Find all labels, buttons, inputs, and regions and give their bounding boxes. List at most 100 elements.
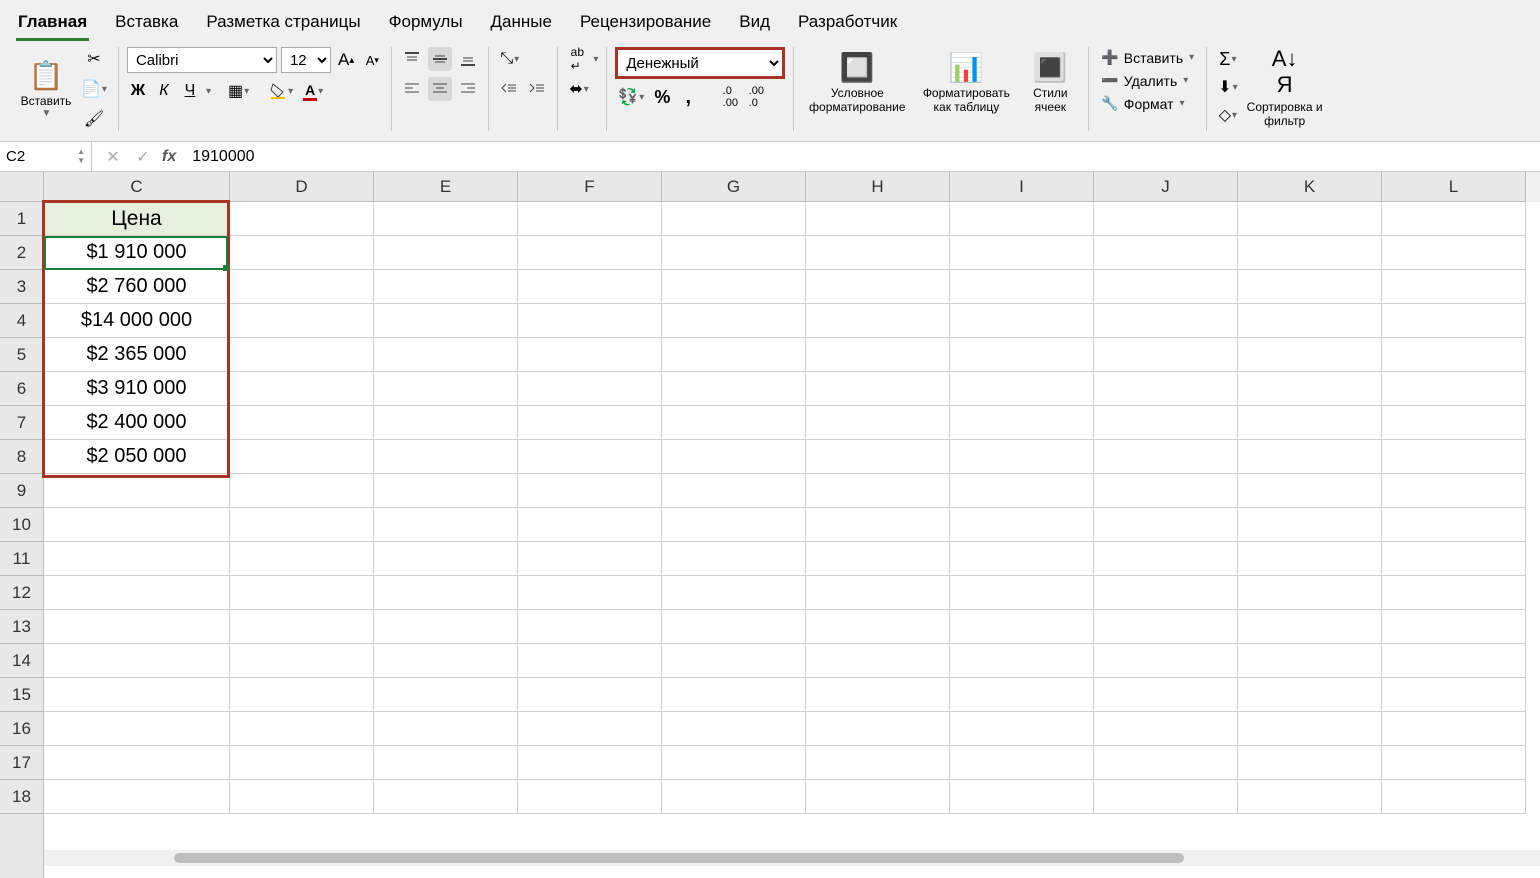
cell-C11[interactable]: [44, 542, 230, 576]
cell-J15[interactable]: [1094, 678, 1238, 712]
tab-рецензирование[interactable]: Рецензирование: [578, 6, 713, 41]
cell-J11[interactable]: [1094, 542, 1238, 576]
cell-L15[interactable]: [1382, 678, 1526, 712]
row-header-13[interactable]: 13: [0, 610, 43, 644]
column-header-J[interactable]: J: [1094, 172, 1238, 201]
decrease-font-button[interactable]: A▾: [361, 48, 383, 72]
cell-K5[interactable]: [1238, 338, 1382, 372]
cell-K16[interactable]: [1238, 712, 1382, 746]
cell-H14[interactable]: [806, 644, 950, 678]
cell-C10[interactable]: [44, 508, 230, 542]
horizontal-scrollbar[interactable]: [44, 850, 1540, 866]
cell-J3[interactable]: [1094, 270, 1238, 304]
cell-D5[interactable]: [230, 338, 374, 372]
cell-I10[interactable]: [950, 508, 1094, 542]
cell-C18[interactable]: [44, 780, 230, 814]
cell-C2[interactable]: $1 910 000: [44, 236, 230, 270]
paste-button[interactable]: 📋 Вставить ▼: [18, 54, 74, 124]
cell-C16[interactable]: [44, 712, 230, 746]
cell-H4[interactable]: [806, 304, 950, 338]
cell-G17[interactable]: [662, 746, 806, 780]
cell-D11[interactable]: [230, 542, 374, 576]
cell-F13[interactable]: [518, 610, 662, 644]
column-header-F[interactable]: F: [518, 172, 662, 201]
cell-I17[interactable]: [950, 746, 1094, 780]
cell-K4[interactable]: [1238, 304, 1382, 338]
cell-E3[interactable]: [374, 270, 518, 304]
cell-H13[interactable]: [806, 610, 950, 644]
row-header-4[interactable]: 4: [0, 304, 43, 338]
cell-I6[interactable]: [950, 372, 1094, 406]
comma-style-button[interactable]: ,: [677, 85, 699, 109]
cell-C8[interactable]: $2 050 000: [44, 440, 230, 474]
cell-C1[interactable]: Цена: [44, 202, 230, 236]
cell-D1[interactable]: [230, 202, 374, 236]
cell-J8[interactable]: [1094, 440, 1238, 474]
cell-G10[interactable]: [662, 508, 806, 542]
cell-F2[interactable]: [518, 236, 662, 270]
cell-E2[interactable]: [374, 236, 518, 270]
insert-cells-button[interactable]: ➕Вставить▾: [1097, 47, 1198, 68]
merge-center-button[interactable]: ⬌▾: [566, 77, 591, 101]
cell-F7[interactable]: [518, 406, 662, 440]
cancel-formula-button[interactable]: ✕: [102, 145, 124, 169]
cell-G12[interactable]: [662, 576, 806, 610]
row-header-6[interactable]: 6: [0, 372, 43, 406]
cell-F11[interactable]: [518, 542, 662, 576]
cell-C9[interactable]: [44, 474, 230, 508]
cell-F17[interactable]: [518, 746, 662, 780]
cell-J1[interactable]: [1094, 202, 1238, 236]
cell-styles-button[interactable]: 🔳 Стили ячеек: [1020, 47, 1080, 117]
cell-G1[interactable]: [662, 202, 806, 236]
cell-C7[interactable]: $2 400 000: [44, 406, 230, 440]
format-painter-button[interactable]: 🖌: [78, 107, 110, 131]
tab-разметка страницы[interactable]: Разметка страницы: [204, 6, 362, 41]
column-header-D[interactable]: D: [230, 172, 374, 201]
column-header-E[interactable]: E: [374, 172, 518, 201]
cell-L9[interactable]: [1382, 474, 1526, 508]
cell-G14[interactable]: [662, 644, 806, 678]
cell-I11[interactable]: [950, 542, 1094, 576]
cell-L1[interactable]: [1382, 202, 1526, 236]
cell-K13[interactable]: [1238, 610, 1382, 644]
cell-L6[interactable]: [1382, 372, 1526, 406]
cell-I12[interactable]: [950, 576, 1094, 610]
cell-L10[interactable]: [1382, 508, 1526, 542]
cell-L11[interactable]: [1382, 542, 1526, 576]
cell-H11[interactable]: [806, 542, 950, 576]
cell-E17[interactable]: [374, 746, 518, 780]
cell-D12[interactable]: [230, 576, 374, 610]
cell-D2[interactable]: [230, 236, 374, 270]
cell-I2[interactable]: [950, 236, 1094, 270]
row-header-7[interactable]: 7: [0, 406, 43, 440]
cell-F5[interactable]: [518, 338, 662, 372]
cell-L3[interactable]: [1382, 270, 1526, 304]
cell-E5[interactable]: [374, 338, 518, 372]
cell-E13[interactable]: [374, 610, 518, 644]
cell-L8[interactable]: [1382, 440, 1526, 474]
cell-K8[interactable]: [1238, 440, 1382, 474]
cell-G2[interactable]: [662, 236, 806, 270]
align-top-button[interactable]: [400, 47, 424, 71]
row-header-8[interactable]: 8: [0, 440, 43, 474]
increase-indent-button[interactable]: [525, 77, 549, 101]
cell-K2[interactable]: [1238, 236, 1382, 270]
decrease-indent-button[interactable]: [497, 77, 521, 101]
cell-F6[interactable]: [518, 372, 662, 406]
row-header-3[interactable]: 3: [0, 270, 43, 304]
cell-L18[interactable]: [1382, 780, 1526, 814]
align-center-button[interactable]: [428, 77, 452, 101]
cell-G6[interactable]: [662, 372, 806, 406]
cell-J14[interactable]: [1094, 644, 1238, 678]
delete-cells-button[interactable]: ➖Удалить▾: [1097, 70, 1198, 91]
tab-главная[interactable]: Главная: [16, 6, 89, 41]
cell-H1[interactable]: [806, 202, 950, 236]
cell-J16[interactable]: [1094, 712, 1238, 746]
clear-button[interactable]: ◇▾: [1215, 103, 1240, 127]
cell-G4[interactable]: [662, 304, 806, 338]
cell-D4[interactable]: [230, 304, 374, 338]
cell-L14[interactable]: [1382, 644, 1526, 678]
cell-J18[interactable]: [1094, 780, 1238, 814]
cell-L7[interactable]: [1382, 406, 1526, 440]
cell-L12[interactable]: [1382, 576, 1526, 610]
